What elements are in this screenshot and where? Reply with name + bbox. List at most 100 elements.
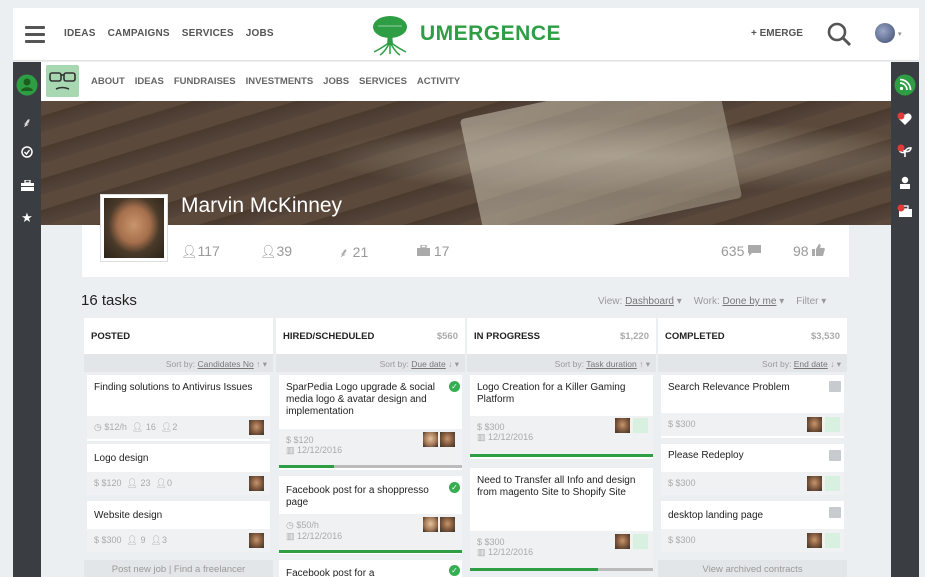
sort-dropdown[interactable]: Sort by: Candidates No ↑ ▾ [84,354,273,372]
work-selector[interactable]: Work: Done by me ▾ [694,296,784,307]
archived-contracts-link[interactable]: View archived contracts [658,560,847,577]
briefcase-icon[interactable] [13,179,41,194]
task-card[interactable]: Facebook post for a shoppresso page ✓ ◷ … [279,476,462,554]
tab-fundraises[interactable]: FUNDRAISES [174,76,236,87]
star-icon[interactable]: ★ [13,210,41,226]
nav-jobs[interactable]: JOBS [246,28,274,39]
brand-name: UMERGENCE [420,22,562,45]
freelancer-avatar[interactable] [249,476,264,491]
clock-icon: ◷ [286,520,294,530]
task-card[interactable]: Facebook post for a ✓ [279,560,462,577]
freelancer-avatar[interactable] [825,476,840,491]
freelancer-avatar[interactable] [615,418,630,433]
stat-comments: 635 [721,243,762,259]
nav-services[interactable]: SERVICES [182,28,234,39]
sort-dropdown[interactable]: Sort by: End date ↓ ▾ [658,354,847,372]
tab-services[interactable]: SERVICES [359,76,407,87]
freelancer-avatar[interactable] [807,476,822,491]
brand-logo[interactable]: UMERGENCE [368,12,561,56]
archive-icon[interactable] [829,450,841,461]
menu-icon[interactable] [25,26,45,43]
tab-ideas[interactable]: IDEAS [135,76,164,87]
search-icon[interactable] [826,21,852,47]
freelancer-avatar[interactable] [423,517,438,532]
archive-icon[interactable] [829,507,841,518]
task-card[interactable]: desktop landing page $ $300 [661,501,844,552]
tab-investments[interactable]: INVESTMENTS [246,76,314,87]
filter-dropdown[interactable]: Filter ▾ [796,296,826,307]
task-card[interactable]: SparPedia Logo upgrade & social media lo… [279,375,462,470]
check-circle-icon: ✓ [449,381,460,392]
person-icon[interactable] [891,176,919,192]
freelancer-avatar[interactable] [440,432,455,447]
calendar-icon: ▥ [477,432,486,442]
freelancer-avatar[interactable] [423,432,438,447]
view-selector[interactable]: View: Dashboard ▾ [598,296,682,307]
top-navbar: IDEAS CAMPAIGNS SERVICES JOBS UMERGENCE … [13,8,919,61]
sort-dropdown[interactable]: Sort by: Task duration ↑ ▾ [467,354,656,372]
person-icon: 👤︎ [131,422,144,432]
emerge-button[interactable]: + EMERGE [751,28,803,39]
main-nav: IDEAS CAMPAIGNS SERVICES JOBS [64,28,274,39]
column-amount: $1,220 [619,330,649,342]
check-circle-icon: ✓ [449,482,460,493]
comment-icon [748,243,762,259]
freelancer-avatar[interactable] [807,417,822,432]
nav-campaigns[interactable]: CAMPAIGNS [108,28,170,39]
progress-bar [279,550,462,553]
user-avatar[interactable] [875,23,895,43]
dashboard-gauge-icon[interactable] [13,146,41,161]
freelancer-avatar[interactable] [825,417,840,432]
post-job-link[interactable]: Post new job | Find a freelancer [84,560,273,577]
task-card[interactable]: Logo Creation for a Killer Gaming Platfo… [470,375,653,459]
profile-cover-image [41,101,891,225]
task-card[interactable]: Please Redeploy $ $300 [661,444,844,495]
calendar-icon: ▥ [286,531,295,541]
tree-logo-icon [373,16,407,56]
archive-icon[interactable] [829,381,841,392]
person-hand-icon: 👤︎ [160,422,173,432]
user-icon[interactable] [13,74,41,99]
freelancer-avatar[interactable] [249,533,264,548]
progress-fill [279,550,462,553]
column-title: HIRED/SCHEDULED [283,330,375,342]
task-card[interactable]: Finding solutions to Antivirus Issues ◷ … [87,375,270,441]
task-card[interactable]: Search Relevance Problem $ $300 [661,375,844,438]
rss-feed-icon[interactable] [891,74,919,99]
freelancer-avatar[interactable] [633,534,648,549]
briefcase-icon [417,243,434,259]
nav-ideas[interactable]: IDEAS [64,28,96,39]
task-card[interactable]: Website design $ $300 👤︎ 9 👤︎3 [87,501,270,552]
kanban-column-in-progress: IN PROGRESS $1,220 Sort by: Task duratio… [467,318,656,577]
person-icon: 👤︎ [126,535,139,545]
freelancer-avatar[interactable] [825,533,840,548]
chevron-down-icon[interactable]: ▾ [898,30,902,38]
sort-dropdown[interactable]: Sort by: Due date ↓ ▾ [276,354,465,372]
stat-ideas: ⸙ 21 [339,244,369,260]
profile-tabs: ABOUT IDEAS FUNDRAISES INVESTMENTS JOBS … [91,76,460,87]
column-amount: $3,530 [810,330,840,342]
freelancer-avatar[interactable] [249,420,264,435]
task-card[interactable]: Logo design $ $120 👤︎ 23 👤︎0 [87,444,270,495]
freelancer-avatar[interactable] [615,534,630,549]
freelancer-avatar[interactable] [807,533,822,548]
sprout-icon[interactable]: ⸙ [13,113,41,131]
sprout-notification-icon[interactable] [891,144,919,161]
glasses-avatar-icon[interactable] [46,65,79,97]
tab-jobs[interactable]: JOBS [323,76,349,87]
dollar-icon: $ [477,537,483,547]
tab-about[interactable]: ABOUT [91,76,125,87]
calendar-icon: ▥ [477,547,486,557]
profile-photo [100,194,168,262]
freelancer-avatar[interactable] [440,517,455,532]
progress-fill [279,465,334,468]
tab-activity[interactable]: ACTIVITY [417,76,460,87]
freelancer-avatar[interactable] [633,418,648,433]
profile-name: Marvin McKinney [181,194,343,217]
dollar-icon: $ [668,535,674,545]
column-amount: $560 [436,330,458,342]
heart-notification-icon[interactable] [891,112,919,129]
briefcase-notification-icon[interactable] [891,204,919,221]
left-sidebar: ⸙ ★ [13,62,41,577]
task-card[interactable]: Need to Transfer all Info and design fro… [470,468,653,571]
